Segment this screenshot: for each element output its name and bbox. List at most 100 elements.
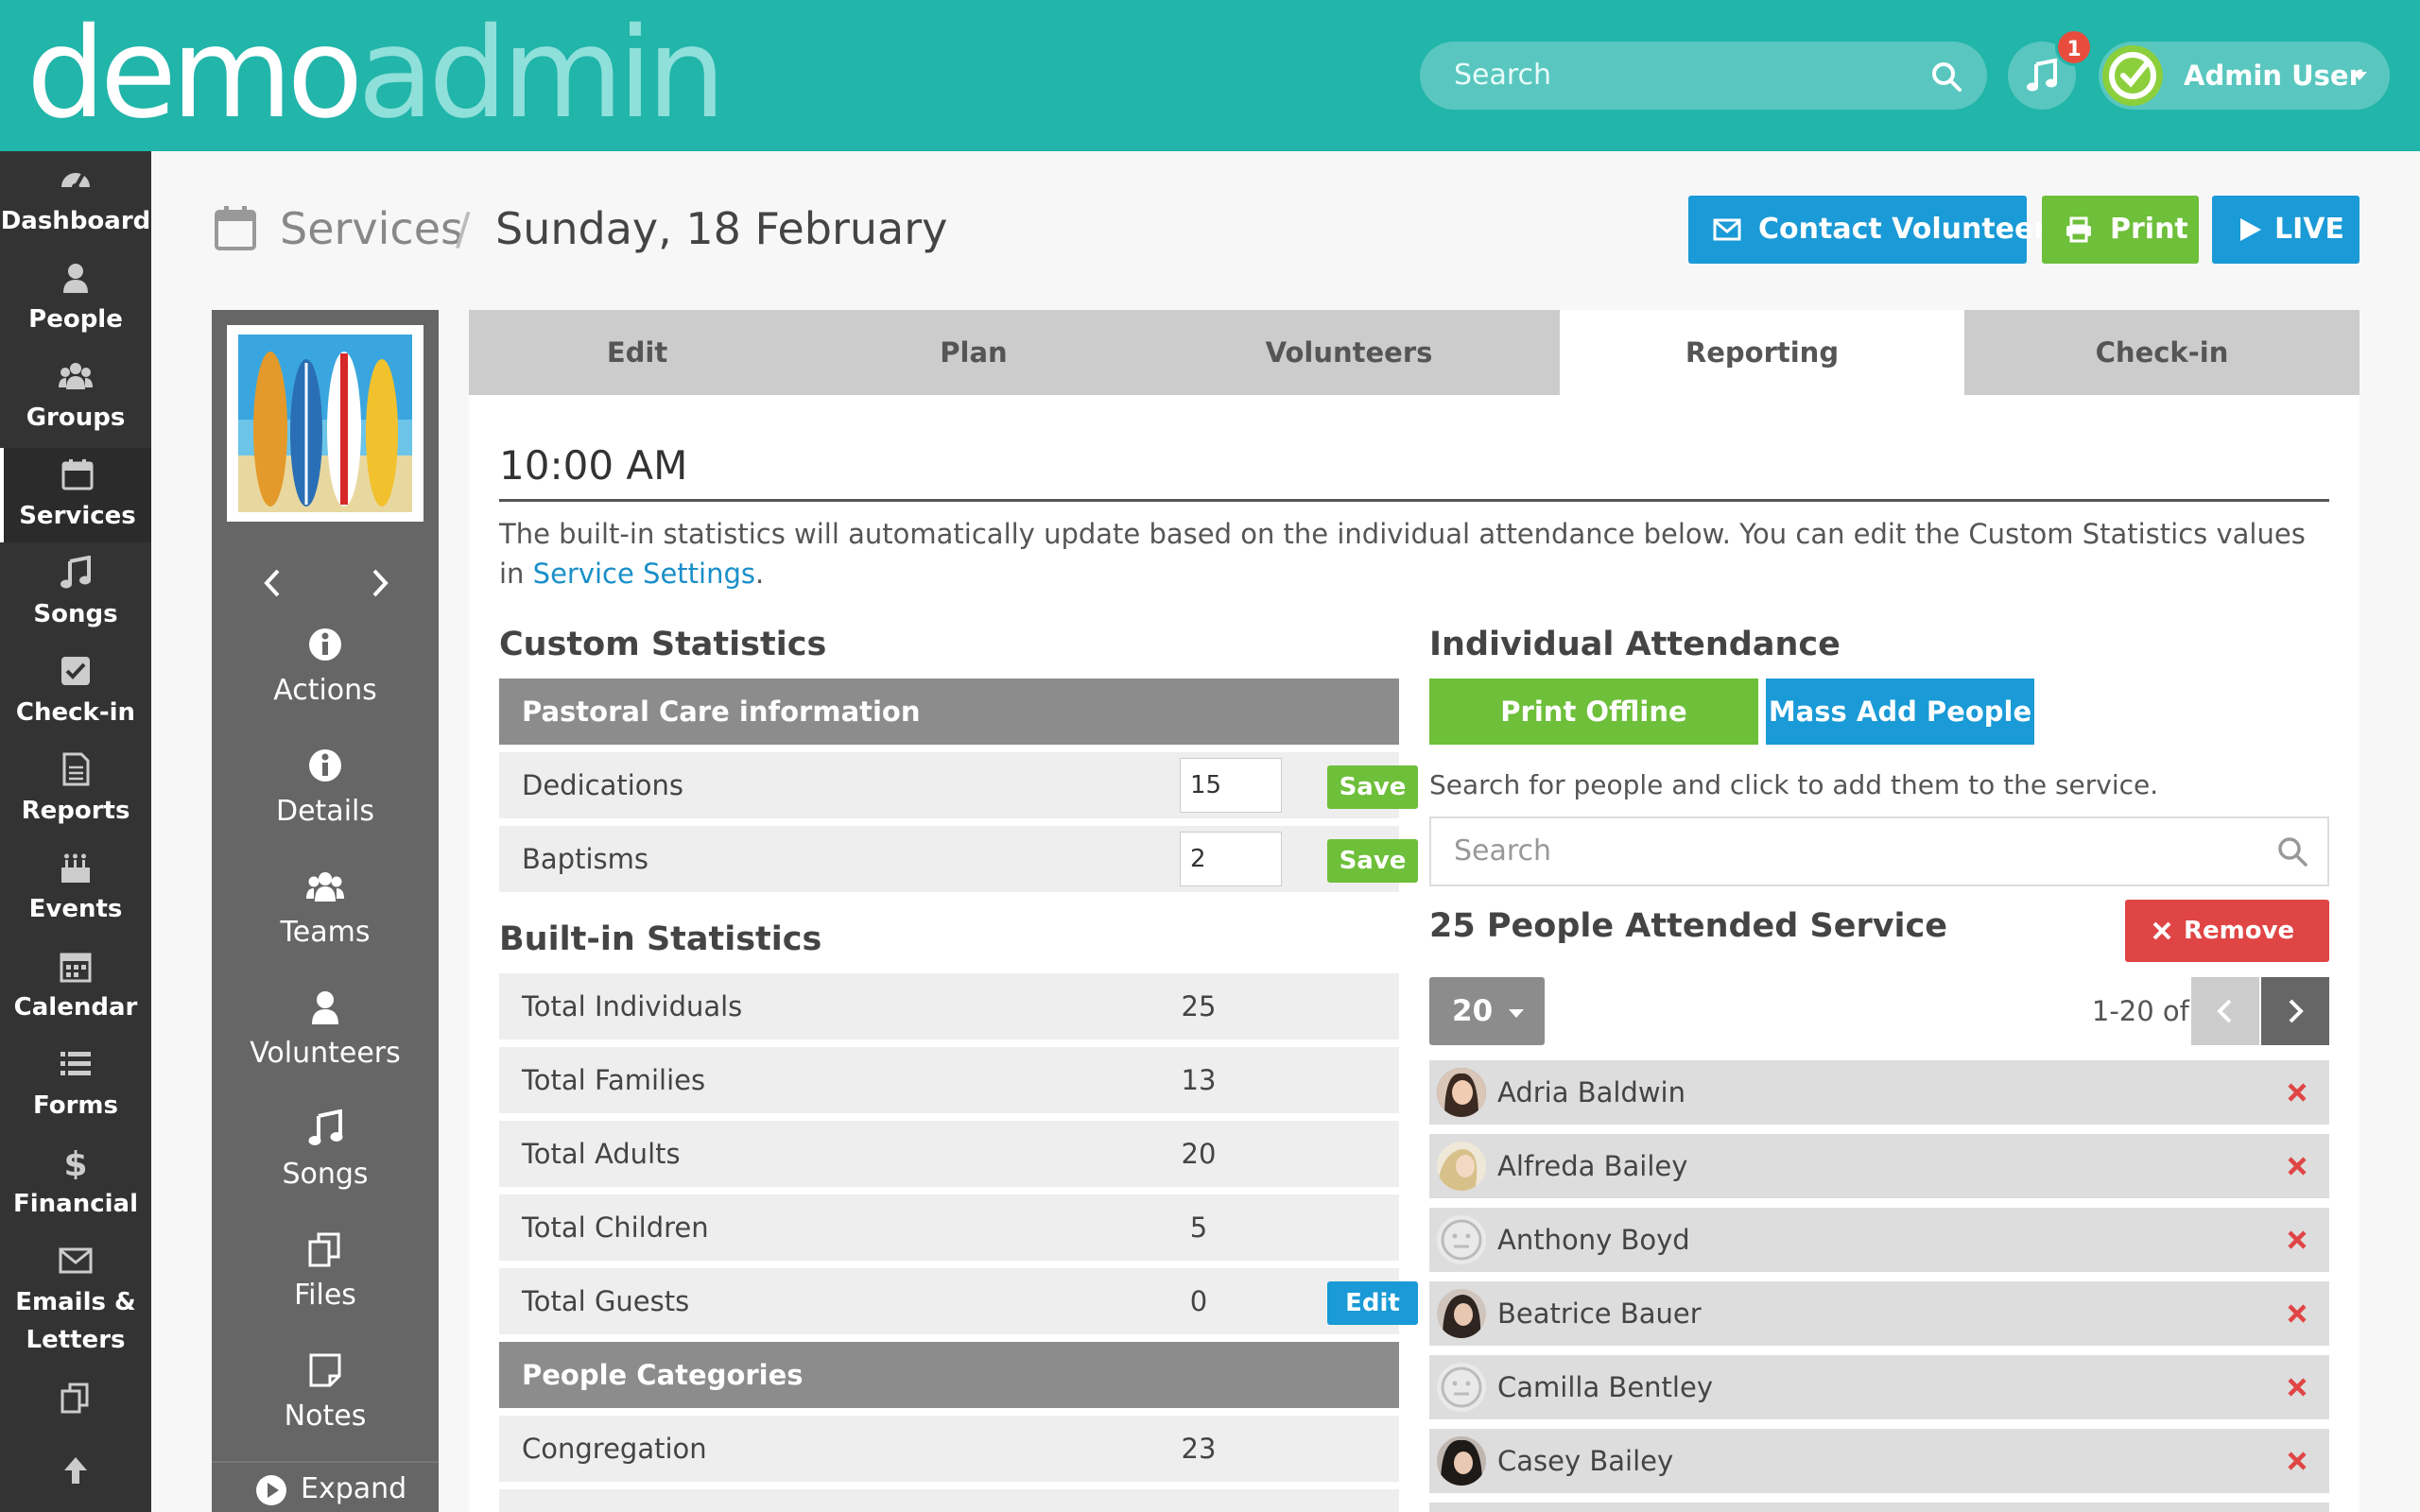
- side-item-label: Details: [275, 795, 374, 828]
- side-item-notes[interactable]: Notes: [212, 1351, 439, 1435]
- live-button[interactable]: LIVE: [2212, 196, 2360, 264]
- chevron-right-icon: [2289, 999, 2304, 1023]
- stat-value: 13: [1181, 1064, 1217, 1096]
- tab-reporting[interactable]: Reporting: [1560, 310, 1964, 395]
- stat-row-congregation: Congregation 23: [499, 1416, 1399, 1482]
- chevron-left-icon: [2217, 999, 2232, 1023]
- remove-person-icon[interactable]: [2286, 1450, 2308, 1472]
- top-header: demoadmin Search 1 Admin User: [0, 0, 2420, 151]
- tab-check-in[interactable]: Check-in: [1964, 310, 2360, 395]
- search-icon[interactable]: [1930, 60, 1962, 93]
- cake-icon: [61, 853, 90, 883]
- tab-volunteers[interactable]: Volunteers: [1142, 310, 1556, 395]
- list-item[interactable]: Camilla Bentley: [1429, 1355, 2329, 1419]
- document-icon: [62, 752, 90, 786]
- nav-item-emails-letters[interactable]: Emails & Letters: [0, 1244, 151, 1357]
- nav-item-groups[interactable]: Groups: [0, 359, 151, 435]
- user-menu[interactable]: Admin User: [2099, 42, 2390, 110]
- nav-label: Letters: [26, 1326, 126, 1354]
- side-item-label: Actions: [273, 674, 377, 707]
- nav-item-events[interactable]: Events: [0, 850, 151, 926]
- people-search-input[interactable]: Search: [1429, 816, 2329, 886]
- nav-item-check-in[interactable]: Check-in: [0, 654, 151, 730]
- nav-label: Check-in: [15, 698, 136, 727]
- per-page-select[interactable]: 20: [1429, 977, 1545, 1045]
- list-item[interactable]: Adria Baldwin: [1429, 1060, 2329, 1125]
- people-categories-group-header: People Categories: [499, 1342, 1399, 1408]
- service-image[interactable]: [227, 325, 424, 522]
- side-item-files[interactable]: Files: [212, 1230, 439, 1314]
- side-item-volunteers[interactable]: Volunteers: [212, 988, 439, 1072]
- list-item[interactable]: Alfreda Bailey: [1429, 1134, 2329, 1198]
- nav-label: Events: [28, 895, 123, 923]
- remove-person-icon[interactable]: [2286, 1376, 2308, 1399]
- info-icon: [309, 749, 341, 782]
- nav-item-people[interactable]: People: [0, 261, 151, 336]
- print-button[interactable]: Print: [2042, 196, 2199, 264]
- envelope-icon: [59, 1247, 93, 1274]
- nav-label: Reports: [21, 797, 130, 825]
- global-search-input[interactable]: Search: [1420, 42, 1987, 110]
- print-label: Print: [2110, 213, 2188, 246]
- contact-volunteers-label: Contact Volunteers: [1758, 213, 2066, 246]
- expand-sidebar-button[interactable]: Expand: [212, 1461, 439, 1512]
- stat-label: Congregation: [522, 1433, 707, 1465]
- nav-item-calendar[interactable]: Calendar: [0, 949, 151, 1024]
- list-item[interactable]: [1429, 1503, 2329, 1512]
- nav-item-dashboard[interactable]: Dashboard: [0, 163, 151, 238]
- user-name: Admin User: [2184, 60, 2362, 92]
- breadcrumb-services[interactable]: Services: [280, 202, 463, 255]
- remove-person-icon[interactable]: [2286, 1228, 2308, 1251]
- nav-item-songs[interactable]: Songs: [0, 556, 151, 631]
- side-item-label: Files: [294, 1279, 356, 1312]
- nav-item-services[interactable]: Services: [0, 448, 151, 542]
- mass-add-people-button[interactable]: Mass Add People: [1766, 679, 2034, 745]
- tab-edit[interactable]: Edit: [469, 310, 805, 395]
- next-page-button[interactable]: [2261, 977, 2329, 1045]
- search-icon: [2278, 837, 2308, 867]
- remove-person-icon[interactable]: [2286, 1081, 2308, 1104]
- nav-label: Financial: [12, 1190, 139, 1218]
- save-dedications-button[interactable]: Save: [1327, 765, 1418, 809]
- nav-item-reports[interactable]: Reports: [0, 752, 151, 828]
- stat-row-total-guests: Total Guests 0 Edit: [499, 1268, 1418, 1334]
- custom-statistics-heading: Custom Statistics: [499, 626, 827, 663]
- list-icon: [60, 1052, 91, 1075]
- service-sidebar: Actions Details Teams Volunteers Songs F…: [212, 310, 439, 1512]
- previous-page-button[interactable]: [2191, 977, 2259, 1045]
- print-offline-checklist-button[interactable]: Print Offline Checklist: [1429, 679, 1758, 794]
- list-item[interactable]: Anthony Boyd: [1429, 1208, 2329, 1272]
- remove-person-icon[interactable]: [2286, 1155, 2308, 1177]
- list-item[interactable]: Beatrice Bauer: [1429, 1281, 2329, 1346]
- check-circle-icon: [2109, 52, 2156, 99]
- nav-item-forms[interactable]: Forms: [0, 1047, 151, 1123]
- stat-row-dedications: Dedications Save: [499, 752, 1418, 818]
- nav-label: Forms: [33, 1091, 118, 1120]
- scroll-top-button[interactable]: [0, 1453, 151, 1487]
- baptisms-field[interactable]: [1180, 832, 1282, 886]
- chevron-right-icon[interactable]: [365, 567, 393, 599]
- divider: [499, 499, 2329, 502]
- side-item-teams[interactable]: Teams: [212, 868, 439, 951]
- remove-all-button[interactable]: Remove All: [2125, 900, 2329, 1007]
- remove-person-icon[interactable]: [2286, 1302, 2308, 1325]
- service-settings-link[interactable]: Service Settings: [533, 558, 755, 590]
- logo[interactable]: demoadmin: [26, 11, 726, 136]
- side-item-songs[interactable]: Songs: [212, 1109, 439, 1193]
- chevron-left-icon[interactable]: [259, 567, 287, 599]
- edit-guests-button[interactable]: Edit: [1327, 1281, 1418, 1325]
- tab-plan[interactable]: Plan: [805, 310, 1142, 395]
- music-icon: [60, 556, 91, 589]
- list-item[interactable]: Casey Bailey: [1429, 1429, 2329, 1493]
- nav-item-financial[interactable]: $ Financial: [0, 1145, 151, 1221]
- side-item-label: Songs: [282, 1158, 369, 1191]
- side-item-details[interactable]: Details: [212, 747, 439, 830]
- save-baptisms-button[interactable]: Save: [1327, 839, 1418, 883]
- stat-label: Total Guests: [522, 1285, 690, 1317]
- contact-volunteers-button[interactable]: Contact Volunteers: [1688, 196, 2065, 264]
- side-item-actions[interactable]: Actions: [212, 626, 439, 709]
- nav-item-files[interactable]: [0, 1382, 151, 1416]
- nav-label: Services: [19, 502, 136, 530]
- info-icon: [309, 628, 341, 661]
- dedications-field[interactable]: [1180, 758, 1282, 813]
